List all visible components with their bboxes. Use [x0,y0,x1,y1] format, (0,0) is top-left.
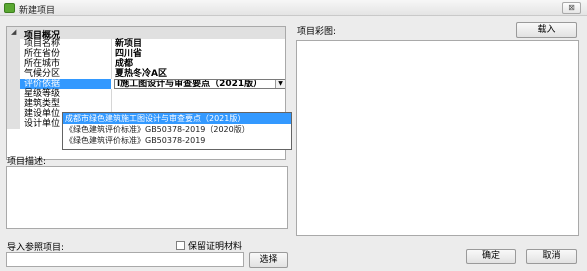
category-header[interactable]: ◢ 项目概况 [7,27,285,41]
row-value[interactable]: 成都 [115,59,133,69]
dropdown-option[interactable]: 《绿色建筑评价标准》GB50378-2019（2020版） [63,124,291,135]
row-name: 建筑类型 [24,99,61,109]
description-textarea[interactable] [6,166,288,229]
grid-row-star-level[interactable]: 星级等级 [7,89,285,99]
cancel-button[interactable]: 取消 [526,249,577,264]
image-label: 项目彩图: [297,27,337,37]
title-bar: 新建项目 ⊠ [0,0,587,16]
grid-row-building-type[interactable]: 建筑类型 [7,99,285,109]
keep-evidence-checkbox[interactable] [176,241,185,250]
evaluation-basis-combo[interactable]: l施工图设计与审查要点（2021版） ▼ [114,79,285,89]
grid-row-city[interactable]: 所在城市 成都 [7,59,285,69]
evaluation-basis-dropdown[interactable]: 成都市绿色建筑施工图设计与审查要点（2021版） 《绿色建筑评价标准》GB503… [62,112,292,150]
load-image-button[interactable]: 载入 [516,22,577,38]
image-preview-panel [296,40,579,236]
app-icon [4,3,15,13]
import-path-input[interactable] [6,252,244,267]
dropdown-option[interactable]: 《绿色建筑评价标准》GB50378-2019 [63,135,291,146]
collapse-triangle-icon[interactable]: ◢ [11,28,16,36]
close-button[interactable]: ⊠ [562,2,581,14]
grid-row-evaluation-basis[interactable]: 评价依据 l施工图设计与审查要点（2021版） ▼ [7,79,285,89]
row-name: 气候分区 [24,69,61,79]
row-name: 设计单位 [24,119,61,129]
row-name: 评价依据 [24,79,61,89]
dropdown-option[interactable]: 成都市绿色建筑施工图设计与审查要点（2021版） [63,113,291,124]
chevron-down-icon[interactable]: ▼ [275,80,285,88]
row-value: l施工图设计与审查要点（2021版） [117,79,263,89]
keep-evidence-label: 保留证明材料 [188,242,243,252]
ok-button[interactable]: 确定 [466,249,516,264]
row-value[interactable]: 夏热冬冷A区 [115,69,167,79]
row-value[interactable]: 新项目 [115,39,142,49]
select-button[interactable]: 选择 [249,252,288,268]
row-name: 星级等级 [24,89,61,99]
grid-row-project-name[interactable]: 项目名称 新项目 [7,39,285,49]
row-name: 建设单位 [24,109,61,119]
row-name: 项目名称 [24,39,61,49]
row-name: 所在城市 [24,59,61,69]
window-title: 新建项目 [19,6,56,16]
grid-row-province[interactable]: 所在省份 四川省 [7,49,285,59]
row-name: 所在省份 [24,49,61,59]
row-value[interactable]: 四川省 [115,49,142,59]
dialog-body: ◢ 项目概况 项目名称 新项目 所在省份 四川省 所在城市 成都 气候分区 夏热… [0,16,587,271]
grid-row-climate-zone[interactable]: 气候分区 夏热冬冷A区 [7,69,285,79]
